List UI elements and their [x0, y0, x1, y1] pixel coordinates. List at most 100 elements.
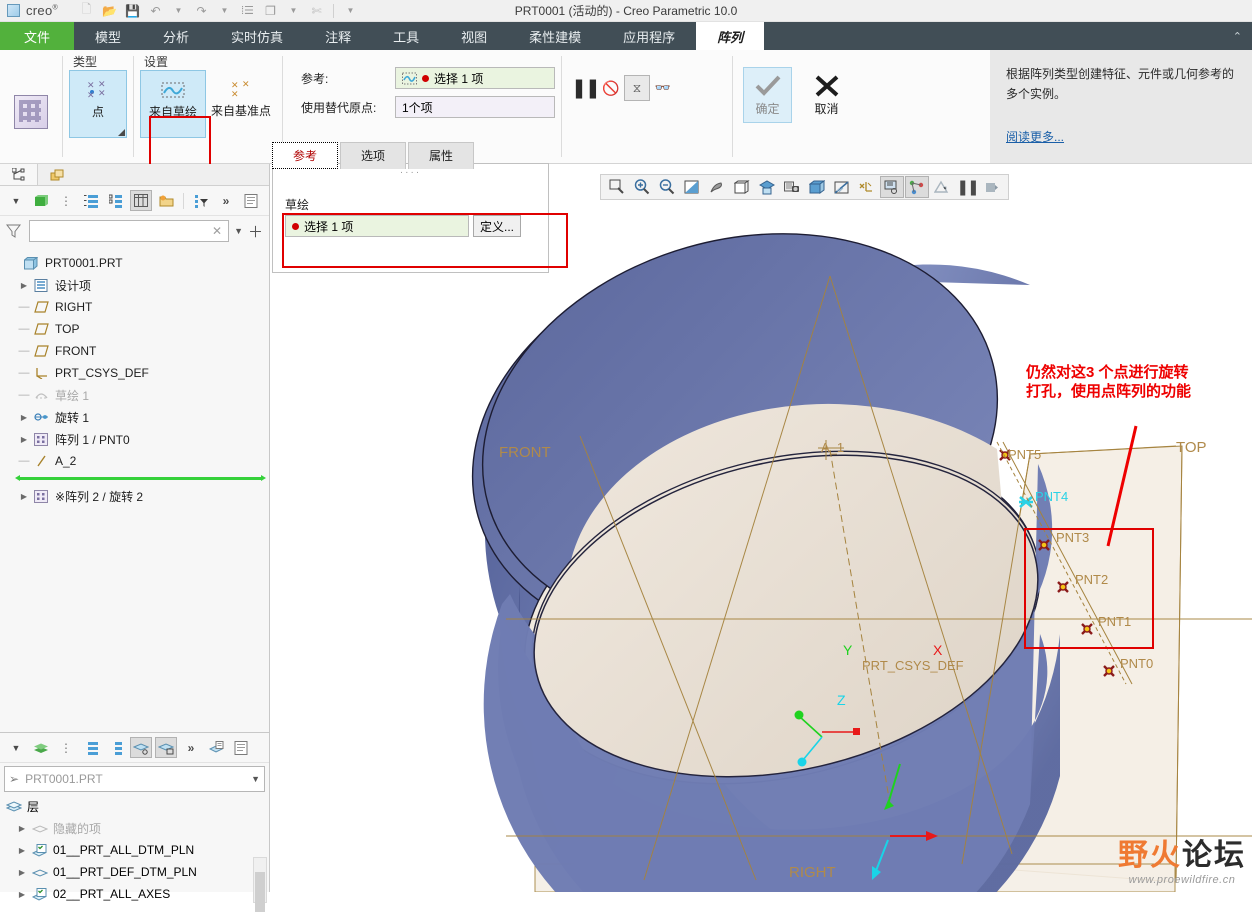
tab-file[interactable]: 文件	[0, 22, 75, 50]
tab-tools[interactable]: 工具	[372, 22, 440, 50]
save-icon[interactable]: 💾	[122, 2, 143, 20]
point-display-icon[interactable]	[905, 176, 929, 198]
tree-item-design-items[interactable]: ▶ 设计项	[8, 274, 269, 296]
more-tools-icon[interactable]: »	[215, 190, 237, 211]
define-button[interactable]: 定义...	[473, 215, 521, 237]
tree-item-revolve-1[interactable]: ▶ 旋转 1	[8, 406, 269, 428]
annotation-display-icon[interactable]	[880, 176, 904, 198]
expand-all-icon[interactable]	[80, 190, 102, 211]
tree-overflow-icon[interactable]: ⋮	[55, 190, 77, 211]
layer-dropdown-icon[interactable]: ▼	[5, 737, 27, 758]
play-icon[interactable]	[980, 176, 1004, 198]
graphics-viewport[interactable]: FRONT TOP RIGHT A_1 PRT_CSYS_DEF X Y Z P…	[270, 164, 1252, 892]
tree-item-front-plane[interactable]: — FRONT	[8, 340, 269, 362]
layer-more-icon[interactable]: »	[180, 737, 202, 758]
alt-origin-collector[interactable]: 1个项	[395, 96, 555, 118]
tree-item-right-plane[interactable]: — RIGHT	[8, 296, 269, 318]
new-file-icon[interactable]: 🗋	[76, 2, 97, 20]
tree-item-axis-a2[interactable]: — A_2	[8, 450, 269, 472]
node-arrow[interactable]: ▶	[18, 413, 30, 422]
saved-orientation-icon[interactable]	[755, 176, 779, 198]
layer-model-selector[interactable]: ➢ PRT0001.PRT ▼	[4, 766, 265, 792]
layer-props-icon[interactable]	[205, 737, 227, 758]
open-file-icon[interactable]: 📂	[99, 2, 120, 20]
quick-access-toolbar[interactable]: 🗋 📂 💾 ↶ ▼ ↷ ▼ ⁞☰ ❐ ▼ ✄ ▼	[76, 2, 361, 20]
tab-annotate[interactable]: 注释	[304, 22, 372, 50]
tab-applications[interactable]: 应用程序	[602, 22, 696, 50]
cancel-button[interactable]: 取消	[802, 67, 851, 123]
tab-view[interactable]: 视图	[440, 22, 508, 50]
node-arrow[interactable]: ▶	[16, 824, 28, 833]
graphics-toolbar[interactable]: ❚❚	[600, 174, 1009, 200]
read-more-link[interactable]: 阅读更多...	[1006, 127, 1064, 147]
tile-expand-arrow-icon[interactable]	[118, 129, 125, 136]
tree-filter-dropdown-icon[interactable]: ▼	[5, 190, 27, 211]
layer-item-all-axes[interactable]: ▶ 02__PRT_ALL_AXES	[6, 883, 269, 905]
window-icon[interactable]: ❐	[260, 2, 281, 20]
model-tree-tab[interactable]	[0, 164, 38, 185]
model-tree[interactable]: PRT0001.PRT ▶ 设计项 — RIGHT — TOP — FRONT …	[0, 246, 269, 507]
tab-model[interactable]: 模型	[74, 22, 142, 50]
tab-properties[interactable]: 属性	[408, 142, 475, 169]
layer-isolate-icon[interactable]	[155, 737, 177, 758]
left-panel-tabs[interactable]	[0, 164, 269, 186]
perspective-icon[interactable]	[805, 176, 829, 198]
dashboard-tabs[interactable]: 参考 选项 属性	[272, 142, 475, 169]
appearance-icon[interactable]	[930, 176, 954, 198]
collapse-all-icon[interactable]	[105, 190, 127, 211]
zoom-out-icon[interactable]	[655, 176, 679, 198]
undo-dropdown-icon[interactable]: ▼	[168, 2, 189, 20]
layer-toolbar[interactable]: ▼ ⋮ »	[0, 733, 269, 763]
pause-playback-icon[interactable]: ❚❚	[955, 176, 979, 198]
sketch-collector[interactable]: 选择 1 项	[285, 215, 469, 237]
layer-list[interactable]: 层 ▶ 隐藏的项 ▶ 01__PRT_ALL_DTM_PLN ▶ 01__PRT…	[0, 795, 269, 912]
insert-here-indicator[interactable]	[15, 475, 266, 481]
tree-item-top-plane[interactable]: — TOP	[8, 318, 269, 340]
tree-columns-icon[interactable]	[130, 190, 152, 211]
undo-icon[interactable]: ↶	[145, 2, 166, 20]
tab-references[interactable]: 参考	[272, 142, 339, 169]
from-sketch-tile[interactable]: 来自草绘	[140, 70, 206, 138]
scene-icon[interactable]	[780, 176, 804, 198]
close-window-icon[interactable]: ✄	[306, 2, 327, 20]
layer-scroll-thumb[interactable]	[255, 872, 265, 912]
pattern-icon[interactable]	[6, 76, 56, 148]
zoom-in-icon[interactable]	[630, 176, 654, 198]
customize-qat-icon[interactable]: ▼	[340, 2, 361, 20]
refit-icon[interactable]	[680, 176, 704, 198]
layer-root[interactable]: 层	[6, 795, 269, 817]
node-arrow[interactable]: ▶	[18, 492, 30, 501]
section-icon[interactable]	[830, 176, 854, 198]
chevron-up-icon[interactable]: ⌃	[1233, 22, 1242, 50]
node-arrow[interactable]: ▶	[18, 435, 30, 444]
redo-dropdown-icon[interactable]: ▼	[214, 2, 235, 20]
feature-preview-icon[interactable]: ⧖	[624, 75, 650, 101]
zoom-fit-icon[interactable]	[605, 176, 629, 198]
node-arrow[interactable]: ▶	[16, 846, 28, 855]
glasses-preview-icon[interactable]: 👓	[650, 75, 676, 101]
model-tree-toolbar[interactable]: ▼ ⋮ »	[0, 186, 269, 216]
node-arrow[interactable]: ▶	[18, 281, 30, 290]
search-input[interactable]: ✕	[29, 220, 230, 242]
tree-settings-icon[interactable]	[240, 190, 262, 211]
tab-analysis[interactable]: 分析	[142, 22, 210, 50]
tab-pattern[interactable]: 阵列	[696, 22, 765, 50]
tree-item-csys[interactable]: — PRT_CSYS_DEF	[8, 362, 269, 384]
layers-stack-icon[interactable]	[30, 737, 52, 758]
tab-flexible-modeling[interactable]: 柔性建模	[508, 22, 602, 50]
window-dropdown-icon[interactable]: ▼	[283, 2, 304, 20]
pause-icon[interactable]: ❚❚	[571, 75, 601, 101]
node-arrow[interactable]: ▶	[16, 868, 28, 877]
ribbon-tab-bar[interactable]: 文件 模型 分析 实时仿真 注释 工具 视图 柔性建模 应用程序 阵列 ⌃	[0, 22, 1252, 50]
tab-live-sim[interactable]: 实时仿真	[210, 22, 304, 50]
tree-item-part[interactable]: PRT0001.PRT	[8, 252, 269, 274]
type-point-tile[interactable]: ✕ ✕ ✕ ✕ 点	[69, 70, 127, 138]
tree-item-sketch-1[interactable]: — 草绘 1	[8, 384, 269, 406]
chevron-down-icon[interactable]: ▼	[251, 774, 260, 784]
tree-filter-icon[interactable]	[190, 190, 212, 211]
display-style-icon[interactable]	[730, 176, 754, 198]
no-preview-icon[interactable]: 🚫	[598, 75, 624, 101]
layer-tree-tab[interactable]	[38, 164, 76, 185]
from-datum-point-tile[interactable]: ✕ ✕ ✕ 来自基准点	[208, 70, 274, 138]
layer-overflow-icon[interactable]: ⋮	[55, 737, 77, 758]
